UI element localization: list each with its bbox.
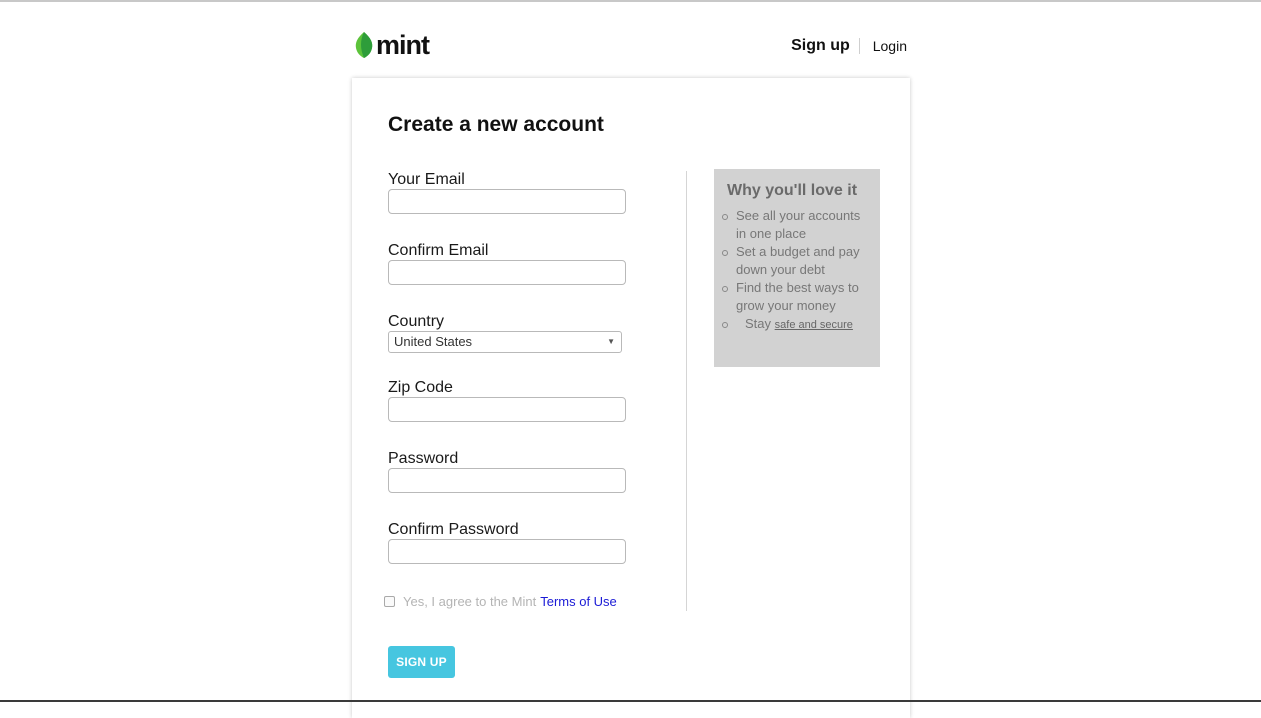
nav-signup-link[interactable]: Sign up: [791, 38, 860, 54]
promo-item: See all your accounts in one place: [722, 207, 871, 243]
header-nav: Sign up Login: [791, 38, 907, 54]
agree-checkbox[interactable]: [384, 596, 395, 607]
promo-item: Stay safe and secure: [722, 315, 871, 334]
bullet-icon: [722, 214, 728, 220]
column-divider: [686, 171, 687, 611]
promo-item: Set a budget and pay down your debt: [722, 243, 871, 279]
mint-leaf-icon: [355, 32, 373, 58]
email-label: Your Email: [388, 171, 465, 188]
zip-label: Zip Code: [388, 379, 453, 396]
nav-login-link[interactable]: Login: [860, 38, 907, 54]
promo-title: Why you'll love it: [727, 182, 858, 199]
agree-text: Yes, I agree to the Mint: [403, 594, 537, 609]
bullet-icon: [722, 322, 728, 328]
bullet-icon: [722, 286, 728, 292]
promo-box: Why you'll love it See all your accounts…: [714, 169, 880, 367]
confirm-email-label: Confirm Email: [388, 242, 489, 259]
logo-text: mint: [376, 30, 430, 60]
sign-up-button[interactable]: SIGN UP: [388, 646, 455, 678]
promo-item-text: See all your accounts in one place: [736, 208, 861, 241]
country-label: Country: [388, 313, 445, 330]
promo-item-text: Stay: [745, 316, 772, 331]
promo-list: See all your accounts in one place Set a…: [722, 207, 871, 334]
top-border: [0, 0, 1261, 2]
zip-field[interactable]: [388, 397, 626, 422]
email-field[interactable]: [388, 189, 626, 214]
terms-of-use-link[interactable]: Terms of Use: [540, 594, 617, 609]
promo-item-text: Set a budget and pay down your debt: [736, 244, 860, 277]
page-title: Create a new account: [388, 113, 604, 136]
password-field[interactable]: [388, 468, 626, 493]
mint-logo[interactable]: mint: [355, 30, 430, 60]
confirm-password-label: Confirm Password: [388, 521, 519, 538]
confirm-email-field[interactable]: [388, 260, 626, 285]
password-label: Password: [388, 450, 459, 467]
bullet-icon: [722, 250, 728, 256]
signup-card: Create a new account Your Email Confirm …: [352, 78, 910, 718]
promo-item: Find the best ways to grow your money: [722, 279, 871, 315]
dropdown-arrow-icon: ▼: [607, 337, 615, 346]
safe-and-secure-link[interactable]: safe and secure: [775, 319, 853, 331]
confirm-password-field[interactable]: [388, 539, 626, 564]
terms-agreement: Yes, I agree to the Mint Terms of Use: [384, 594, 617, 609]
country-select[interactable]: United States ▼: [388, 331, 622, 353]
promo-item-text: Find the best ways to grow your money: [736, 280, 859, 313]
country-select-value: United States: [394, 334, 473, 349]
